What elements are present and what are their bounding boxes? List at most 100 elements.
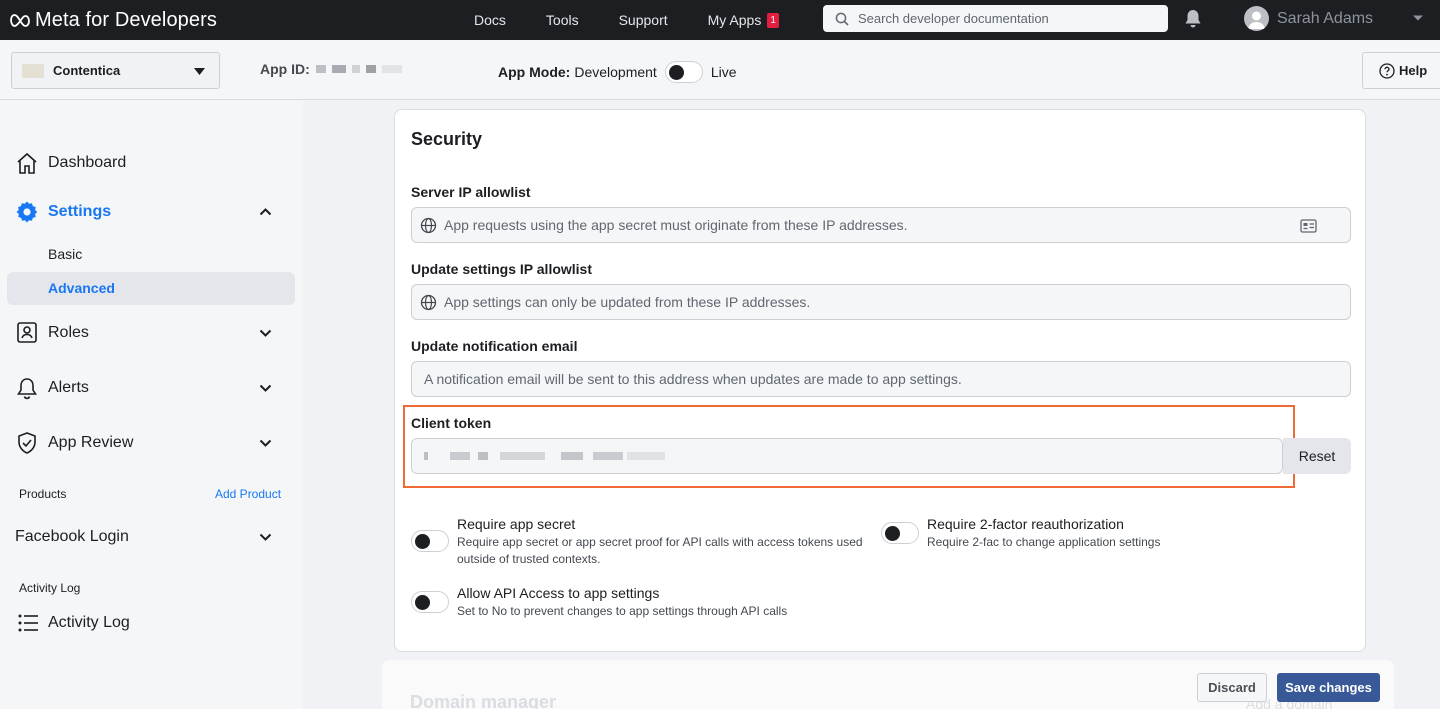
- my-apps-badge: 1: [767, 12, 779, 28]
- update-ip-label: Update settings IP allowlist: [411, 261, 593, 277]
- caret-down-icon: [194, 68, 205, 75]
- sidebar-item-label: Alerts: [48, 379, 89, 396]
- discard-button[interactable]: Discard: [1197, 673, 1267, 702]
- app-id-label: App ID:: [260, 61, 310, 77]
- require-2fa-desc: Require 2-fac to change application sett…: [927, 535, 1161, 549]
- require-2fa-toggle[interactable]: [881, 522, 919, 544]
- search-input[interactable]: [858, 11, 1158, 26]
- domain-manager-title: Domain manager: [410, 692, 557, 709]
- client-token-label: Client token: [411, 415, 492, 431]
- redacted-token: [478, 452, 488, 460]
- app-mode-live-label: Live: [710, 64, 737, 80]
- question-circle-icon: [1379, 62, 1395, 79]
- sidebar-item-roles[interactable]: Roles: [15, 321, 89, 345]
- sidebar-item-alerts[interactable]: Alerts: [15, 376, 89, 400]
- sidebar-item-app-review[interactable]: App Review: [15, 431, 133, 455]
- app-mode: App Mode: Development Live: [498, 61, 737, 83]
- chevron-down-icon[interactable]: [1412, 14, 1424, 22]
- products-section-label: Products: [19, 487, 67, 501]
- reset-token-button[interactable]: Reset: [1283, 438, 1351, 474]
- chevron-down-icon[interactable]: [259, 329, 272, 338]
- allow-api-access-desc: Set to No to prevent changes to app sett…: [457, 604, 788, 618]
- security-card: Security Server IP allowlist App request…: [394, 109, 1366, 652]
- server-ip-input[interactable]: App requests using the app secret must o…: [411, 207, 1351, 243]
- id-badge-icon: [17, 322, 37, 343]
- gear-icon: [16, 201, 38, 223]
- redacted-token: [593, 452, 623, 460]
- redacted-token: [424, 452, 428, 460]
- list-icon: [18, 614, 38, 632]
- avatar: [1244, 6, 1269, 31]
- notification-email-label: Update notification email: [411, 338, 578, 354]
- sidebar-item-settings[interactable]: Settings: [15, 200, 111, 224]
- redacted-token: [627, 452, 665, 460]
- bell-outline-icon: [17, 378, 37, 400]
- server-ip-placeholder: App requests using the app secret must o…: [444, 217, 908, 233]
- server-ip-label: Server IP allowlist: [411, 184, 531, 200]
- sidebar-item-label: Roles: [48, 324, 89, 341]
- meta-logo[interactable]: Meta for Developers: [8, 9, 217, 32]
- app-name: Contentica: [53, 63, 121, 78]
- chevron-down-icon[interactable]: [259, 533, 272, 542]
- redacted-app-id: [365, 65, 376, 73]
- sidebar-item-basic[interactable]: Basic: [48, 246, 82, 262]
- activity-log-section-label: Activity Log: [19, 581, 81, 595]
- home-icon: [17, 152, 37, 174]
- top-navigation-bar: Meta for Developers Docs Tools Support M…: [0, 0, 1440, 40]
- add-product-link[interactable]: Add Product: [215, 487, 281, 501]
- update-ip-placeholder: App settings can only be updated from th…: [444, 294, 811, 310]
- security-title: Security: [411, 129, 483, 149]
- sidebar-item-activity-log[interactable]: Activity Log: [17, 612, 130, 634]
- redacted-app-id: [381, 65, 402, 73]
- nav-support[interactable]: Support: [619, 12, 668, 28]
- nav-tools[interactable]: Tools: [546, 12, 579, 28]
- app-subheader: Contentica App ID: App Mode: Development…: [0, 40, 1440, 100]
- app-mode-toggle[interactable]: [664, 61, 703, 83]
- help-button[interactable]: Help: [1362, 52, 1440, 89]
- require-app-secret-title: Require app secret: [457, 516, 576, 532]
- search-bar[interactable]: [823, 5, 1168, 32]
- notification-email-input[interactable]: A notification email will be sent to thi…: [411, 361, 1351, 397]
- nav-my-apps[interactable]: My Apps 1: [708, 12, 779, 28]
- brand-name: Meta for Developers: [35, 8, 217, 31]
- allow-api-access-title: Allow API Access to app settings: [457, 585, 660, 601]
- chevron-down-icon[interactable]: [259, 384, 272, 393]
- redacted-app-id: [351, 65, 360, 73]
- allow-api-access-toggle[interactable]: [411, 591, 449, 613]
- nav-links: Docs Tools Support My Apps 1: [454, 0, 799, 40]
- shield-check-icon: [18, 432, 36, 454]
- user-name: Sarah Adams: [1277, 9, 1374, 27]
- require-2fa-title: Require 2-factor reauthorization: [927, 516, 1124, 532]
- require-app-secret-toggle[interactable]: [411, 530, 449, 552]
- sidebar: Dashboard Settings Basic Advanced Roles …: [0, 101, 303, 709]
- redacted-app-id: [331, 65, 346, 73]
- app-thumbnail: [22, 63, 44, 78]
- sidebar-item-facebook-login[interactable]: Facebook Login: [15, 528, 129, 546]
- meta-infinity-icon: [10, 14, 30, 27]
- notification-email-placeholder: A notification email will be sent to thi…: [424, 371, 962, 387]
- save-changes-button[interactable]: Save changes: [1277, 673, 1380, 702]
- redacted-app-id: [315, 65, 326, 73]
- sidebar-item-label: App Review: [48, 434, 134, 451]
- sidebar-item-advanced[interactable]: Advanced: [48, 280, 115, 296]
- require-app-secret-desc: Require app secret or app secret proof f…: [457, 535, 863, 566]
- sidebar-item-label: Settings: [48, 203, 112, 220]
- update-ip-input[interactable]: App settings can only be updated from th…: [411, 284, 1351, 320]
- app-mode-value: Development: [574, 64, 657, 80]
- nav-my-apps-label: My Apps: [707, 12, 762, 28]
- app-mode-label: App Mode:: [498, 64, 571, 80]
- globe-icon: [420, 294, 437, 310]
- client-token-field[interactable]: [411, 438, 1283, 474]
- user-menu[interactable]: Sarah Adams: [1244, 6, 1373, 31]
- app-selector-dropdown[interactable]: Contentica: [11, 52, 220, 89]
- notifications-bell-icon[interactable]: [1183, 8, 1203, 34]
- sidebar-item-dashboard[interactable]: Dashboard: [15, 152, 126, 174]
- redacted-token: [561, 452, 583, 460]
- app-id: App ID:: [260, 61, 402, 77]
- redacted-token: [450, 452, 470, 460]
- nav-docs[interactable]: Docs: [474, 12, 506, 28]
- chevron-down-icon[interactable]: [259, 439, 272, 448]
- globe-icon: [420, 217, 437, 233]
- contact-card-icon[interactable]: [1300, 219, 1317, 233]
- chevron-up-icon[interactable]: [259, 207, 272, 216]
